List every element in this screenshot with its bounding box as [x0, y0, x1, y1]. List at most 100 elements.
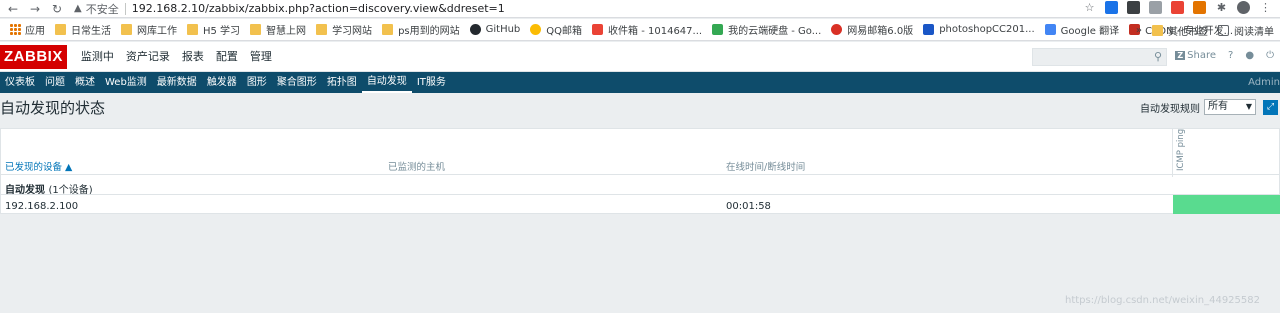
sign-out-icon[interactable]: ⏻: [1266, 50, 1274, 61]
help-button[interactable]: ?: [1228, 50, 1233, 61]
bookmark-item[interactable]: 日常生活: [55, 22, 111, 37]
search-input[interactable]: ⚲: [1032, 48, 1167, 66]
header-actions: Z Share ? ● ⏻: [1175, 50, 1274, 61]
fullscreen-button[interactable]: ⤢: [1263, 100, 1278, 115]
bookmark-item[interactable]: 学习网站: [316, 22, 372, 37]
menu-reports[interactable]: 报表: [176, 42, 210, 72]
google-translate-icon: [1044, 24, 1056, 35]
warning-icon[interactable]: ▲: [74, 3, 82, 14]
share-label: Share: [1187, 50, 1217, 61]
profile-icon[interactable]: [1237, 1, 1250, 14]
tab-graphs[interactable]: 图形: [242, 72, 272, 93]
bookmark-item[interactable]: ps用到的网站: [382, 22, 460, 37]
bookmark-apps[interactable]: 应用: [10, 22, 45, 37]
puzzle-icon[interactable]: ✱: [1215, 1, 1228, 14]
other-bookmarks[interactable]: 其他书签: [1152, 23, 1208, 38]
bookmarks-bar: 应用 日常生活 网库工作 H5 学习 智慧上网 学习网站 ps用到的网站 Git…: [0, 19, 1280, 41]
bookmark-label: 阅读清单: [1234, 27, 1274, 38]
bookmark-label: 学习网站: [332, 26, 373, 37]
col-uptime: 在线时间/断线时间: [726, 162, 806, 173]
more-bookmarks-button[interactable]: »: [1136, 25, 1142, 36]
divider: [124, 2, 126, 15]
url-text[interactable]: 192.168.2.10/zabbix/zabbix.php?action=di…: [132, 2, 505, 15]
tab-maps[interactable]: 拓扑图: [322, 72, 362, 93]
address-bar[interactable]: ▲ 不安全 192.168.2.10/zabbix/zabbix.php?act…: [74, 1, 505, 17]
folder-icon: [316, 24, 328, 35]
reading-list-icon: [1218, 25, 1229, 36]
tab-latest-data[interactable]: 最新数据: [152, 72, 202, 93]
menu-inventory[interactable]: 资产记录: [120, 42, 176, 72]
folder-icon: [121, 24, 132, 35]
menu-administration[interactable]: 管理: [244, 42, 278, 72]
bookmark-item[interactable]: 网易邮箱6.0版: [831, 22, 913, 37]
bookmark-item[interactable]: Google 翻译: [1044, 22, 1119, 37]
browser-toolbar: ← → ↻ ▲ 不安全 192.168.2.10/zabbix/zabbix.p…: [0, 0, 1280, 18]
tab-overview[interactable]: 概述: [70, 72, 100, 93]
zabbix-logo[interactable]: ZABBIX: [0, 44, 67, 69]
tab-dashboard[interactable]: 仪表板: [0, 72, 40, 93]
tab-triggers[interactable]: 触发器: [202, 72, 242, 93]
tab-web[interactable]: Web监测: [100, 72, 152, 93]
apps-grid-icon: [10, 24, 21, 35]
col-monitored-host: 已监测的主机: [388, 162, 446, 173]
watermark: https://blog.csdn.net/weixin_44925582: [1064, 295, 1260, 306]
folder-icon: [250, 24, 262, 35]
tab-services[interactable]: IT服务: [412, 72, 451, 93]
bookmark-item[interactable]: 网库工作: [121, 22, 177, 37]
menu-configuration[interactable]: 配置: [210, 42, 244, 72]
bookmark-item[interactable]: photoshopCC201...: [923, 24, 1035, 35]
share-button[interactable]: Z Share: [1175, 50, 1216, 61]
back-icon[interactable]: ←: [4, 2, 22, 16]
qq-mail-icon: [530, 24, 542, 35]
menu-icon[interactable]: ⋮: [1259, 1, 1272, 14]
icmp-status-cell: [1173, 195, 1280, 214]
extension-icon[interactable]: [1171, 1, 1184, 14]
extension-icon[interactable]: [1149, 1, 1162, 14]
github-icon: [469, 24, 481, 35]
chevron-down-icon: ▼: [1245, 102, 1252, 111]
menu-monitoring[interactable]: 监测中: [75, 42, 120, 72]
reload-icon[interactable]: ↻: [48, 2, 66, 16]
bookmark-label: 收件箱 - 1014647...: [608, 26, 703, 37]
search-icon[interactable]: ⚲: [1154, 50, 1162, 63]
bookmark-item[interactable]: GitHub: [469, 24, 521, 35]
app-header: ZABBIX 监测中 资产记录 报表 配置 管理 ⚲ Z Share ? ● ⏻: [0, 42, 1280, 72]
main-menu: 监测中 资产记录 报表 配置 管理: [75, 42, 278, 72]
bookmark-label: ps用到的网站: [398, 26, 460, 37]
extension-icon[interactable]: [1193, 1, 1206, 14]
share-icon: Z: [1175, 51, 1186, 60]
bookmark-label: 智慧上网: [266, 26, 307, 37]
tab-screens[interactable]: 聚合图形: [272, 72, 322, 93]
extension-icons: ☆ ✱ ⋮: [1083, 1, 1272, 14]
bookmark-item[interactable]: 我的云端硬盘 - Go...: [712, 22, 821, 37]
reading-list[interactable]: 阅读清单: [1218, 23, 1274, 38]
forward-icon[interactable]: →: [26, 2, 44, 16]
col-icmp-label: ICMP ping: [1176, 128, 1186, 171]
star-icon[interactable]: ☆: [1083, 1, 1096, 14]
tab-discovery[interactable]: 自动发现: [361, 72, 412, 93]
bookmark-label: GitHub: [485, 24, 521, 35]
tab-problems[interactable]: 问题: [40, 72, 70, 93]
page-title: 自动发现的状态: [0, 99, 106, 117]
translate-ext-icon[interactable]: [1105, 1, 1118, 14]
bookmark-label: 其他书签: [1168, 27, 1208, 38]
bookmark-item[interactable]: H5 学习: [187, 22, 240, 37]
google-drive-icon: [712, 24, 724, 35]
bookmark-item[interactable]: 收件箱 - 1014647...: [592, 22, 702, 37]
select-value: 所有: [1208, 101, 1228, 112]
gmail-icon: [592, 24, 604, 35]
extension-icon[interactable]: [1127, 1, 1140, 14]
user-profile-icon[interactable]: ●: [1245, 50, 1254, 61]
folder-icon: [55, 24, 66, 35]
divider: [1, 174, 1279, 175]
bookmark-item[interactable]: 智慧上网: [250, 22, 306, 37]
divider: [1, 194, 1279, 195]
filter-label: 自动发现规则: [1140, 103, 1200, 115]
discovery-rule-select[interactable]: 所有 ▼: [1204, 99, 1256, 115]
photoshop-icon: [923, 24, 935, 35]
bookmark-item[interactable]: QQ邮箱: [530, 22, 582, 37]
bookmark-label: 日常生活: [71, 26, 111, 37]
bookmark-label: 应用: [25, 26, 45, 37]
col-discovered-device[interactable]: 已发现的设备 ▲: [5, 159, 72, 173]
sub-menu: 仪表板 问题 概述 Web监测 最新数据 触发器 图形 聚合图形 拓扑图 自动发…: [0, 72, 1280, 93]
